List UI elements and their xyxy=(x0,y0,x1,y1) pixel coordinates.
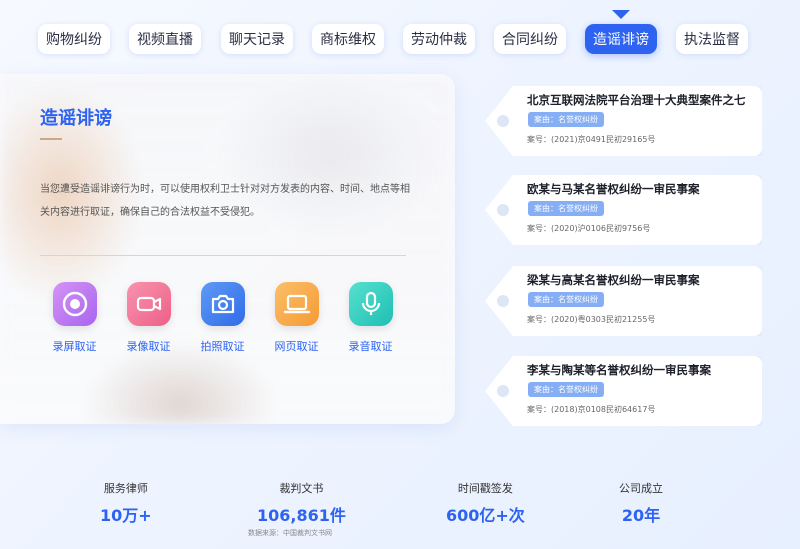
tab-label: 劳动仲裁 xyxy=(411,32,467,48)
stat-value: 106,861件 xyxy=(257,506,346,525)
case-number: 案号：(2020)沪0106民初9756号 xyxy=(527,224,651,233)
stat-timestamps: 时间戳签发 600亿+次 xyxy=(446,480,525,526)
tab-label: 合同纠纷 xyxy=(502,32,558,48)
stat-label: 裁判文书 xyxy=(279,482,324,495)
tab-label: 购物纠纷 xyxy=(46,32,102,48)
method-video-record[interactable]: 录像取证 xyxy=(126,282,171,354)
case-card[interactable]: 李某与陶某等名誉权纠纷一审民事案 案由：名誉权纠纷 案号：(2018)京0108… xyxy=(485,356,762,426)
case-cause-badge: 案由：名誉权纠纷 xyxy=(528,112,604,127)
method-label: 录屏取证 xyxy=(52,340,97,353)
stat-label: 服务律师 xyxy=(103,482,148,495)
tab-label: 商标维权 xyxy=(320,32,376,48)
tag-hole xyxy=(497,204,509,216)
method-audio[interactable]: 录音取证 xyxy=(348,282,393,354)
case-cause-badge: 案由：名誉权纠纷 xyxy=(528,201,604,216)
case-number: 案号：(2020)粤0303民初21255号 xyxy=(527,315,656,324)
method-webpage[interactable]: 网页取证 xyxy=(274,282,319,354)
screen-record-icon xyxy=(52,282,97,326)
tab-label: 视频直播 xyxy=(137,32,193,48)
method-photo[interactable]: 拍照取证 xyxy=(200,282,245,354)
camera-icon xyxy=(200,282,245,326)
method-label: 录音取证 xyxy=(348,340,393,353)
active-tab-indicator xyxy=(612,10,630,19)
case-card[interactable]: 欧某与马某名誉权纠纷一审民事案 案由：名誉权纠纷 案号：(2020)沪0106民… xyxy=(485,175,762,245)
stat-value: 10万+ xyxy=(100,506,152,525)
tab-labor-arbitration[interactable]: 劳动仲裁 xyxy=(403,24,475,54)
stat-company-age: 公司成立 20年 xyxy=(619,480,663,526)
evidence-methods: 录屏取证 录像取证 拍照取证 网页取证 录音取证 xyxy=(52,282,393,354)
method-screen-record[interactable]: 录屏取证 xyxy=(52,282,97,354)
tab-chat-records[interactable]: 聊天记录 xyxy=(221,24,293,54)
panel-title: 造谣诽谤 xyxy=(40,108,112,129)
tab-law-enforcement[interactable]: 执法监督 xyxy=(676,24,748,54)
category-tabs: 购物纠纷 视频直播 聊天记录 商标维权 劳动仲裁 合同纠纷 造谣诽谤 执法监督 xyxy=(38,10,748,58)
scenario-panel: 造谣诽谤 当您遭受造谣诽谤行为时，可以使用权利卫士针对对方发表的内容、时间、地点… xyxy=(0,74,455,424)
stat-value: 600亿+次 xyxy=(446,506,525,525)
video-camera-icon xyxy=(126,282,171,326)
method-label: 网页取证 xyxy=(274,340,319,353)
tab-contract-dispute[interactable]: 合同纠纷 xyxy=(494,24,566,54)
tag-hole xyxy=(497,295,509,307)
stat-value: 20年 xyxy=(621,506,661,525)
panel-divider xyxy=(40,255,406,256)
data-source-note: 数据来源：中国裁判文书网 xyxy=(248,529,332,537)
case-card[interactable]: 北京互联网法院平台治理十大典型案件之七 案由：名誉权纠纷 案号：(2021)京0… xyxy=(485,86,762,156)
tab-video-live[interactable]: 视频直播 xyxy=(129,24,201,54)
method-label: 录像取证 xyxy=(126,340,171,353)
tag-hole xyxy=(497,385,509,397)
tab-defamation[interactable]: 造谣诽谤 xyxy=(585,10,657,54)
tag-hole xyxy=(497,115,509,127)
tab-shopping-dispute[interactable]: 购物纠纷 xyxy=(38,24,110,54)
case-title: 李某与陶某等名誉权纠纷一审民事案 xyxy=(527,363,711,377)
case-cause-badge: 案由：名誉权纠纷 xyxy=(528,382,604,397)
stat-label: 时间戳签发 xyxy=(457,482,513,495)
panel-description: 当您遭受造谣诽谤行为时，可以使用权利卫士针对对方发表的内容、时间、地点等相关内容… xyxy=(40,184,410,218)
case-number: 案号：(2018)京0108民初64617号 xyxy=(527,405,656,414)
stat-judgments: 裁判文书 106,861件 xyxy=(257,480,346,526)
microphone-icon xyxy=(348,282,393,326)
tab-label: 聊天记录 xyxy=(229,32,285,48)
tab-trademark[interactable]: 商标维权 xyxy=(312,24,384,54)
case-title: 梁某与高某名誉权纠纷一审民事案 xyxy=(527,273,700,287)
stat-label: 公司成立 xyxy=(619,482,663,495)
case-card[interactable]: 梁某与高某名誉权纠纷一审民事案 案由：名誉权纠纷 案号：(2020)粤0303民… xyxy=(485,266,762,336)
case-cause-badge: 案由：名誉权纠纷 xyxy=(528,292,604,307)
title-underline xyxy=(40,138,62,140)
tab-label: 执法监督 xyxy=(684,32,740,48)
case-title: 欧某与马某名誉权纠纷一审民事案 xyxy=(527,182,700,196)
case-title: 北京互联网法院平台治理十大典型案件之七 xyxy=(527,93,746,107)
laptop-icon xyxy=(274,282,319,326)
stat-lawyers: 服务律师 10万+ xyxy=(100,480,152,526)
case-number: 案号：(2021)京0491民初29165号 xyxy=(527,135,656,144)
tab-label: 造谣诽谤 xyxy=(593,32,649,48)
method-label: 拍照取证 xyxy=(200,340,245,353)
